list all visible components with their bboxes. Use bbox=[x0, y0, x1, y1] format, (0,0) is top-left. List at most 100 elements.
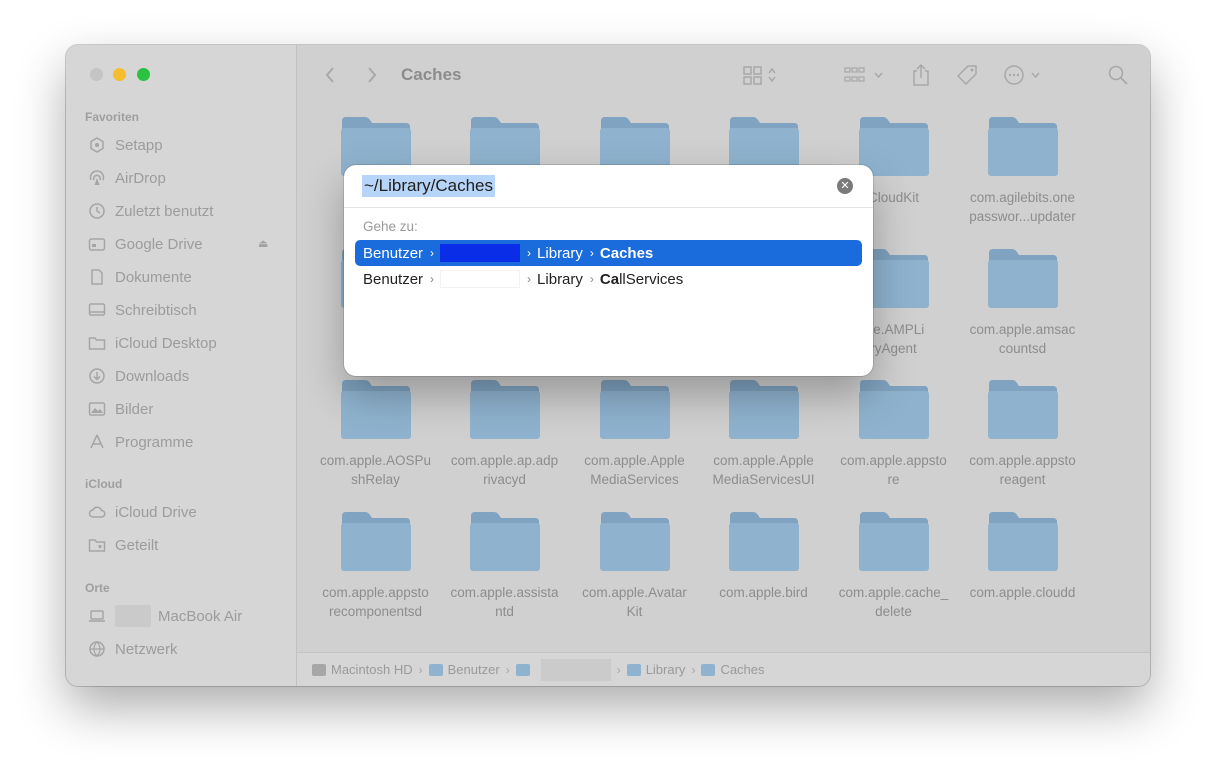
sidebar-item-label: Schreibtisch bbox=[115, 301, 197, 319]
maximize-window-button[interactable] bbox=[137, 68, 150, 81]
folder-icon bbox=[470, 512, 540, 571]
path-segment-caches[interactable]: Caches bbox=[701, 662, 765, 677]
path-input[interactable]: ~/Library/Caches bbox=[362, 175, 495, 197]
folder-item[interactable]: com.apple.appsto recomponentsd bbox=[311, 506, 440, 630]
suggestion-item[interactable]: Benutzer › › Library › Caches bbox=[355, 240, 862, 266]
drive-icon bbox=[88, 235, 106, 253]
sidebar-item-label: Zuletzt benutzt bbox=[115, 202, 214, 220]
path-separator: › bbox=[505, 662, 510, 677]
folder-name: com.apple.AOSPu shRelay bbox=[319, 453, 432, 487]
folder-item[interactable]: com.apple.AOSPu shRelay bbox=[311, 374, 440, 498]
folder-icon bbox=[859, 380, 929, 439]
folder-item[interactable]: com.apple.ap.adp rivacyd bbox=[440, 374, 569, 498]
document-icon bbox=[88, 268, 106, 286]
sidebar-item-documents[interactable]: Dokumente bbox=[88, 265, 192, 289]
folder-name: com.agilebits.one passwor...updater bbox=[969, 190, 1076, 224]
folder-item[interactable]: com.apple.cloudd bbox=[958, 506, 1087, 630]
sidebar-item-setapp[interactable]: Setapp bbox=[88, 133, 163, 157]
sidebar-item-label: Bilder bbox=[115, 400, 154, 418]
chevron-right-icon: › bbox=[589, 272, 594, 286]
folder-icon bbox=[600, 380, 670, 439]
folder-icon bbox=[988, 117, 1058, 176]
clear-input-button[interactable]: ✕ bbox=[837, 178, 853, 194]
path-segment-users[interactable]: Benutzer bbox=[428, 662, 500, 677]
sidebar-item-label: Programme bbox=[115, 433, 194, 451]
go-to-folder-dialog: ~/Library/Caches ✕ Gehe zu: Benutzer › ›… bbox=[344, 165, 873, 376]
share-icon bbox=[913, 63, 929, 86]
search-button[interactable] bbox=[1105, 63, 1131, 87]
sidebar-item-macbook[interactable]: MacBook Air bbox=[88, 604, 242, 628]
folder-icon bbox=[859, 512, 929, 571]
sidebar-item-pictures[interactable]: Bilder bbox=[88, 397, 153, 421]
toolbar: Caches bbox=[297, 45, 1150, 107]
sidebar-item-google-drive[interactable]: Google Drive bbox=[88, 232, 203, 256]
sidebar-item-label: Dokumente bbox=[115, 268, 192, 286]
sidebar-item-icloud-drive[interactable]: iCloud Drive bbox=[88, 500, 197, 524]
photo-icon bbox=[88, 400, 106, 418]
sidebar-item-label: iCloud Drive bbox=[115, 503, 197, 521]
more-actions-button[interactable] bbox=[1003, 63, 1049, 87]
folder-item[interactable]: com.apple.cache_ delete bbox=[829, 506, 958, 630]
redacted-username bbox=[440, 244, 521, 262]
chevron-right-icon: › bbox=[527, 246, 532, 260]
path-bar: Macintosh HD › Benutzer › › Library › Ca… bbox=[297, 652, 1150, 686]
laptop-icon bbox=[88, 607, 106, 625]
view-mode-button[interactable] bbox=[741, 63, 783, 87]
sidebar-item-label: MacBook Air bbox=[158, 607, 243, 625]
sidebar-heading-favorites: Favoriten bbox=[85, 110, 140, 124]
tag-button[interactable] bbox=[953, 63, 981, 87]
sidebar-heading-icloud: iCloud bbox=[85, 477, 123, 491]
sidebar-item-downloads[interactable]: Downloads bbox=[88, 364, 189, 388]
path-segment-user[interactable] bbox=[515, 658, 611, 681]
folder-item[interactable]: com.apple.Avatar Kit bbox=[570, 506, 699, 630]
forward-button[interactable] bbox=[361, 63, 383, 87]
tag-icon bbox=[956, 65, 977, 86]
chevron-right-icon bbox=[368, 67, 377, 83]
folder-item[interactable]: com.agilebits.one passwor...updater bbox=[958, 111, 1087, 235]
minimize-window-button[interactable] bbox=[113, 68, 126, 81]
redacted-username bbox=[540, 658, 611, 681]
sidebar-item-label: Netzwerk bbox=[115, 640, 178, 658]
share-button[interactable] bbox=[908, 63, 934, 87]
folder-icon bbox=[729, 380, 799, 439]
chevron-right-icon: › bbox=[527, 272, 532, 286]
group-button[interactable] bbox=[843, 63, 887, 87]
sidebar-item-recents[interactable]: Zuletzt benutzt bbox=[88, 199, 213, 223]
sidebar-item-shared[interactable]: Geteilt bbox=[88, 533, 158, 557]
folder-icon bbox=[729, 512, 799, 571]
chevron-right-icon: › bbox=[589, 246, 594, 260]
sidebar-item-network[interactable]: Netzwerk bbox=[88, 637, 178, 661]
sidebar-item-icloud-desktop[interactable]: iCloud Desktop bbox=[88, 331, 217, 355]
chevron-left-icon bbox=[325, 67, 334, 83]
close-window-button[interactable] bbox=[90, 68, 103, 81]
path-separator: › bbox=[418, 662, 423, 677]
folder-item[interactable]: com.apple.appsto re bbox=[829, 374, 958, 498]
shared-folder-icon bbox=[88, 536, 106, 554]
sidebar-item-applications[interactable]: Programme bbox=[88, 430, 193, 454]
folder-item[interactable]: com.apple.Apple MediaServices bbox=[570, 374, 699, 498]
path-segment-hd[interactable]: Macintosh HD bbox=[312, 662, 413, 677]
suggestion-item[interactable]: Benutzer › › Library › Ca llServices bbox=[355, 266, 862, 292]
folder-item[interactable]: com.apple.assista ntd bbox=[440, 506, 569, 630]
apps-icon bbox=[88, 433, 106, 451]
folder-item[interactable]: com.apple.Apple MediaServicesUI bbox=[699, 374, 828, 498]
eject-icon[interactable]: ⏏ bbox=[258, 237, 268, 250]
folder-item[interactable]: com.apple.appsto reagent bbox=[958, 374, 1087, 498]
folder-item[interactable]: com.apple.amsac countsd bbox=[958, 243, 1087, 367]
folder-name: com.apple.assista ntd bbox=[450, 585, 559, 619]
path-segment-library[interactable]: Library bbox=[626, 662, 685, 677]
sidebar-item-label: Geteilt bbox=[115, 536, 159, 554]
folder-name: com.apple.bird bbox=[719, 585, 808, 600]
back-button[interactable] bbox=[319, 63, 341, 87]
sidebar-item-airdrop[interactable]: AirDrop bbox=[88, 166, 166, 190]
folder-name: com.apple.Apple MediaServicesUI bbox=[712, 453, 815, 487]
path-separator: › bbox=[616, 662, 621, 677]
sidebar-item-desktop[interactable]: Schreibtisch bbox=[88, 298, 197, 322]
folder-name: com.apple.Apple MediaServices bbox=[584, 453, 685, 487]
folder-name: com.apple.Avatar Kit bbox=[582, 585, 687, 619]
chevron-right-icon: › bbox=[430, 272, 435, 286]
folder-icon bbox=[88, 334, 106, 352]
search-icon bbox=[1108, 65, 1128, 85]
window-title: Caches bbox=[401, 65, 462, 84]
folder-item[interactable]: com.apple.bird bbox=[699, 506, 828, 630]
